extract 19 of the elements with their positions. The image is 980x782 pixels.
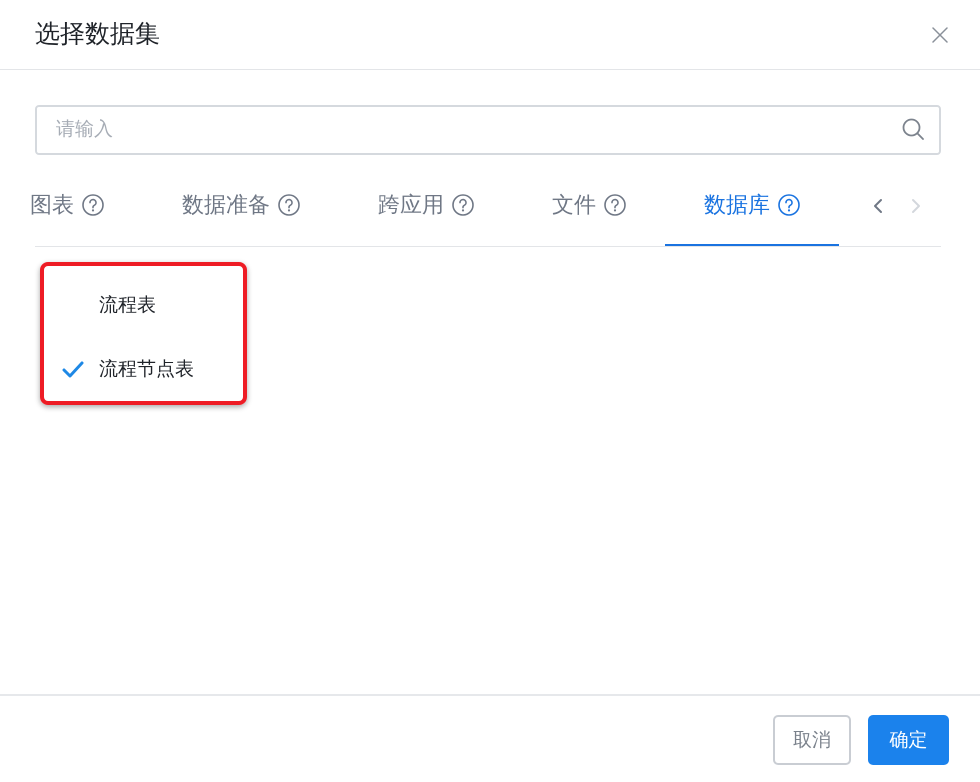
help-icon — [778, 194, 800, 216]
tab[interactable]: 图表 — [30, 165, 143, 246]
tab[interactable]: 数据准备 — [143, 165, 339, 246]
tab[interactable]: 跨应用 — [339, 165, 513, 246]
search-icon[interactable] — [902, 118, 924, 140]
search-field[interactable]: 请输入 — [35, 105, 941, 155]
close-icon[interactable] — [932, 26, 948, 42]
tab[interactable]: 文件 — [513, 165, 665, 246]
help-icon — [82, 194, 104, 216]
list-item[interactable]: 流程表 — [44, 273, 243, 337]
list-item[interactable]: 流程节点表 — [44, 337, 243, 401]
confirm-button[interactable]: 确定 — [868, 715, 949, 765]
tab[interactable]: 数据库 — [665, 165, 839, 246]
help-icon — [604, 194, 626, 216]
dialog-title: 选择数据集 — [35, 22, 160, 47]
chevron-left-icon[interactable] — [873, 198, 883, 214]
help-icon — [278, 194, 300, 216]
help-icon — [452, 194, 474, 216]
cancel-button[interactable]: 取消 — [773, 715, 851, 765]
